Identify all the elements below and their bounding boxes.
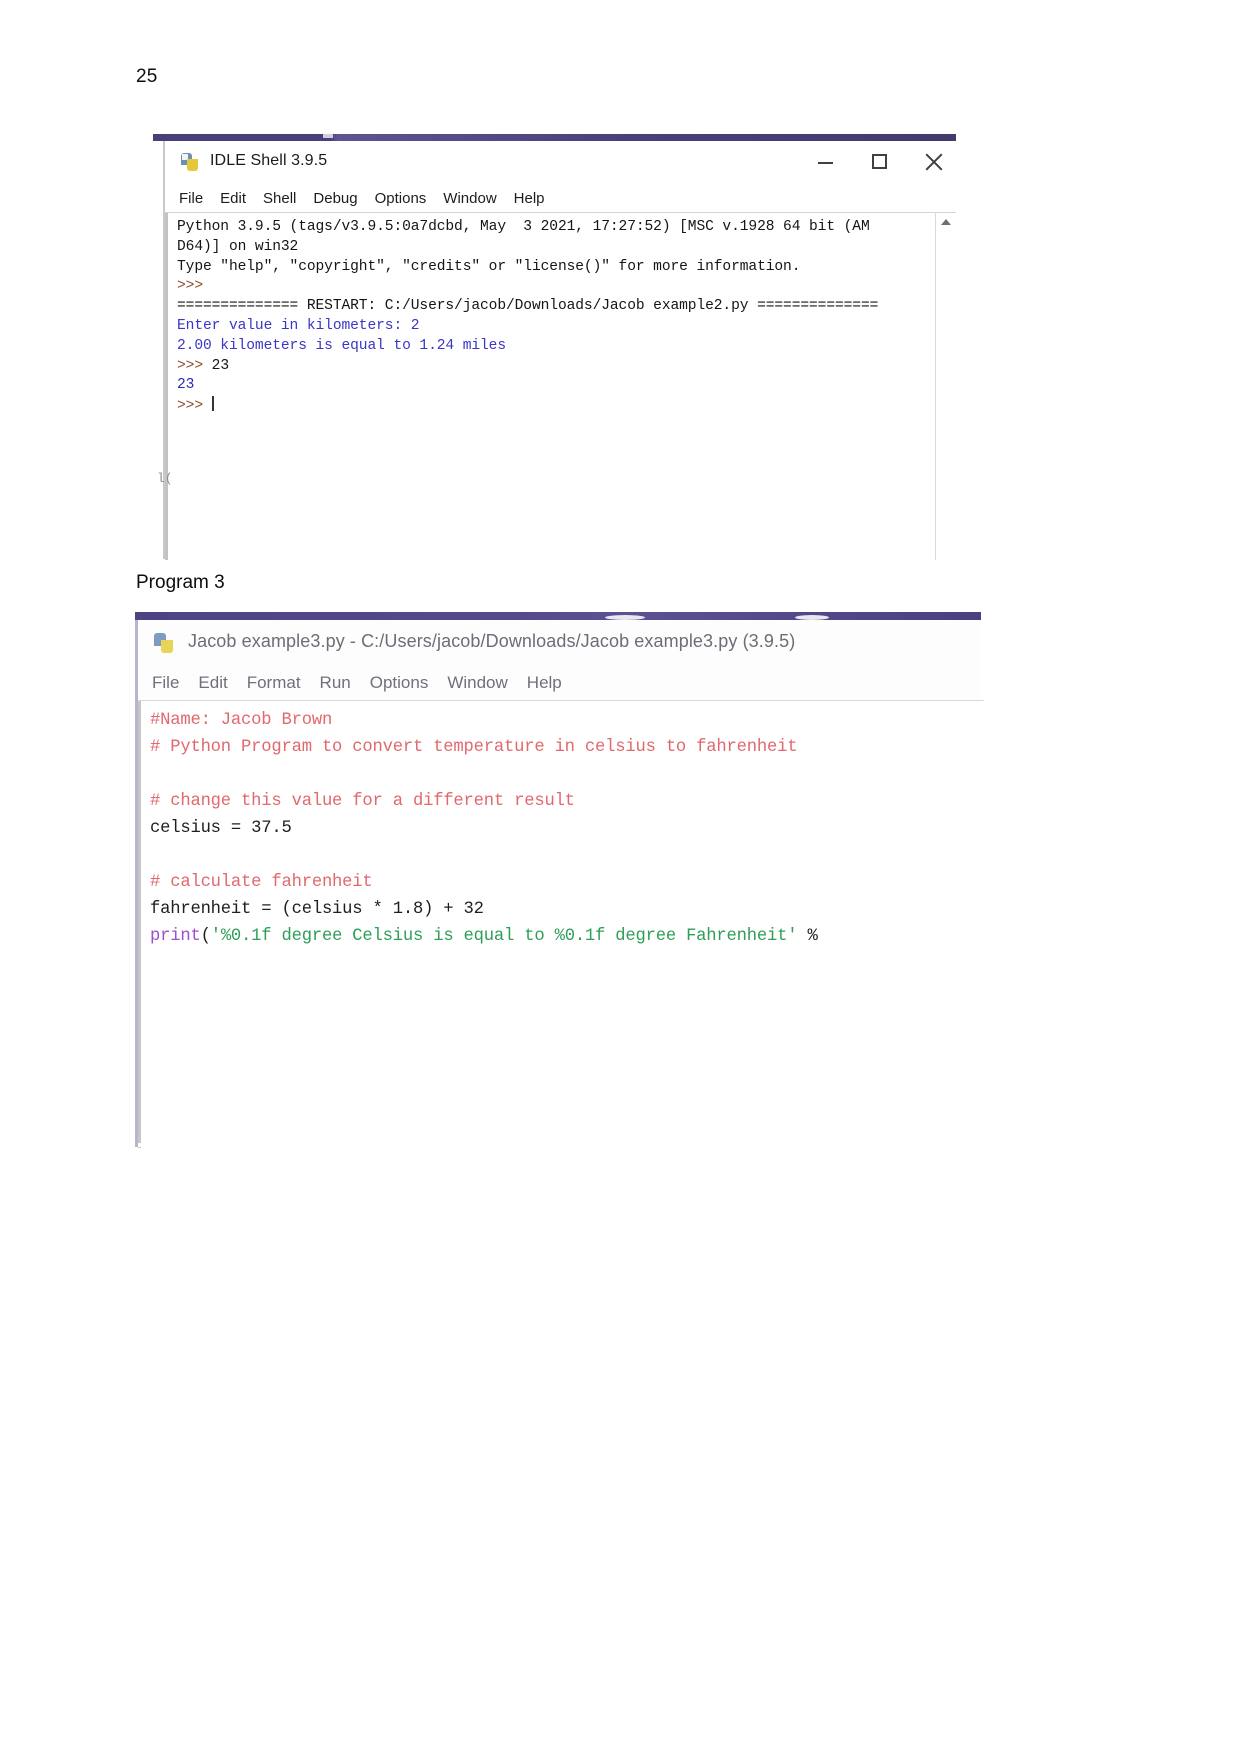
shell-console-text[interactable]: Python 3.9.5 (tags/v3.9.5:0a7dcbd, May 3… <box>177 218 930 417</box>
close-button[interactable] <box>924 151 944 171</box>
code-line-change-comment: # change this value for a different resu… <box>150 792 575 811</box>
menu-item-edit[interactable]: Edit <box>198 673 227 693</box>
menu-item-file[interactable]: File <box>152 673 179 693</box>
idle-editor-screenshot: Jacob example3.py - C:/Users/jacob/Downl… <box>135 612 984 1148</box>
idle-shell-screenshot: IDLE Shell 3.9.5 File Edit Shell Debug O… <box>153 134 956 560</box>
scroll-up-arrow-icon[interactable] <box>941 219 951 225</box>
editor-source-code[interactable]: #Name: Jacob Brown # Python Program to c… <box>150 707 980 950</box>
code-line-fahrenheit-assign: fahrenheit = (celsius * 1.8) + 32 <box>150 900 484 919</box>
code-print-keyword: print <box>150 927 201 946</box>
console-last-output: 23 <box>177 377 195 394</box>
editor-left-border <box>138 701 141 1148</box>
window-controls <box>816 151 944 171</box>
menu-item-help[interactable]: Help <box>527 673 562 693</box>
editor-bottom-edge <box>138 1143 984 1147</box>
editor-title-bar: Jacob example3.py - C:/Users/jacob/Downl… <box>138 620 981 666</box>
shell-window-title: IDLE Shell 3.9.5 <box>210 152 328 169</box>
menu-item-options[interactable]: Options <box>370 673 429 693</box>
menu-item-edit[interactable]: Edit <box>220 190 246 207</box>
menu-item-help[interactable]: Help <box>514 190 545 207</box>
idle-editor-window: Jacob example3.py - C:/Users/jacob/Downl… <box>135 620 984 1148</box>
menu-item-run[interactable]: Run <box>320 673 351 693</box>
code-print-open-paren: ( <box>200 927 211 946</box>
document-page: 25 IDLE Shell 3.9.5 File Edit Shell Debu… <box>0 0 1241 1754</box>
shell-output-area[interactable]: Python 3.9.5 (tags/v3.9.5:0a7dcbd, May 3… <box>157 212 956 560</box>
editor-window-accent-strip <box>135 612 981 620</box>
shell-window-accent-strip <box>153 134 956 141</box>
idle-shell-window: IDLE Shell 3.9.5 File Edit Shell Debug O… <box>157 141 956 560</box>
menu-item-options[interactable]: Options <box>375 190 427 207</box>
vertical-scrollbar[interactable] <box>935 213 956 560</box>
code-line-celsius-assign: celsius = 37.5 <box>150 819 292 838</box>
console-line-result: 2.00 kilometers is equal to 1.24 miles <box>177 337 506 354</box>
console-prompt-2: >>> <box>177 357 203 374</box>
editor-text-area[interactable]: #Name: Jacob Brown # Python Program to c… <box>138 700 984 1148</box>
menu-item-format[interactable]: Format <box>247 673 301 693</box>
console-line-banner-2: D64)] on win32 <box>177 238 299 255</box>
accent-strip-notch <box>323 134 333 138</box>
console-prompt-3: >>> <box>177 398 203 415</box>
console-line-banner-1: Python 3.9.5 (tags/v3.9.5:0a7dcbd, May 3… <box>177 219 870 235</box>
console-line-banner-3: Type "help", "copyright", "credits" or "… <box>177 258 801 275</box>
code-print-tail: % <box>797 927 818 946</box>
maximize-button[interactable] <box>870 151 890 171</box>
console-line-restart: ============== RESTART: C:/Users/jacob/D… <box>177 298 879 315</box>
python-file-icon <box>154 633 175 654</box>
code-line-program-comment: # Python Program to convert temperature … <box>150 738 798 757</box>
menu-item-debug[interactable]: Debug <box>313 190 357 207</box>
python-file-icon <box>181 153 200 172</box>
menu-item-window[interactable]: Window <box>447 673 507 693</box>
editor-window-title: Jacob example3.py - C:/Users/jacob/Downl… <box>188 631 796 651</box>
code-line-calculate-comment: # calculate fahrenheit <box>150 873 373 892</box>
console-line-input-prompt: Enter value in kilometers: 2 <box>177 317 420 334</box>
minimize-button[interactable] <box>816 151 836 171</box>
menu-item-shell[interactable]: Shell <box>263 190 296 207</box>
code-line-name-comment: #Name: Jacob Brown <box>150 711 333 730</box>
console-input-value: 23 <box>211 357 229 374</box>
editor-menu-bar: File Edit Format Run Options Window Help <box>138 666 981 700</box>
console-prompt-1: >>> <box>177 278 203 295</box>
shell-menu-bar: File Edit Shell Debug Options Window Hel… <box>165 184 956 212</box>
code-print-string: '%0.1f degree Celsius is equal to %0.1f … <box>210 927 798 946</box>
scan-artifact: l( <box>157 471 173 486</box>
caption-program-3: Program 3 <box>136 572 225 593</box>
menu-item-file[interactable]: File <box>179 190 203 207</box>
page-number: 25 <box>136 66 158 87</box>
shell-title-bar: IDLE Shell 3.9.5 <box>165 141 956 184</box>
text-cursor <box>211 396 214 412</box>
menu-item-window[interactable]: Window <box>443 190 496 207</box>
console-last-input: 23 <box>203 358 229 374</box>
shell-left-border <box>165 213 168 560</box>
